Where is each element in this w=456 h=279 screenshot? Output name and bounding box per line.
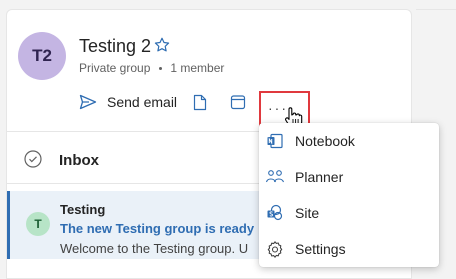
message-sender: Testing [60,202,106,217]
group-actions: Send email [79,92,177,112]
send-email-button[interactable]: Send email [79,94,177,110]
send-email-label: Send email [107,94,178,110]
send-icon [79,94,97,110]
meta-separator [159,66,163,70]
inbox-select[interactable] [24,150,42,168]
more-options-menu: Notebook Planner Site Settings [259,123,439,267]
menu-item-site[interactable]: Site [259,195,439,231]
menu-item-notebook[interactable]: Notebook [259,123,439,159]
menu-item-label: Site [295,205,320,221]
planner-icon [265,167,285,187]
site-icon [265,203,285,223]
favorite-star-icon[interactable] [154,37,170,53]
message-preview: Welcome to the Testing group. U [60,241,249,256]
member-count[interactable]: 1 member [170,61,224,75]
file-icon [193,94,207,110]
notebook-icon [265,131,285,151]
calendar-icon [230,95,246,110]
menu-item-planner[interactable]: Planner [259,159,439,195]
check-circle-icon [24,150,42,168]
group-avatar: T2 [18,32,66,80]
sender-avatar: T [26,212,50,236]
files-button[interactable] [191,92,209,112]
menu-item-label: Notebook [295,133,355,149]
group-privacy: Private group [79,61,151,75]
menu-item-label: Planner [295,169,344,185]
message-subject: The new Testing group is ready [60,221,255,236]
calendar-button[interactable] [229,92,247,112]
background-divider [416,9,456,10]
inbox-label: Inbox [59,152,99,169]
menu-item-label: Settings [295,241,346,257]
settings-icon [265,239,285,259]
group-meta: Private group 1 member [79,61,224,75]
group-name: Testing 2 [79,36,152,56]
menu-item-settings[interactable]: Settings [259,231,439,267]
